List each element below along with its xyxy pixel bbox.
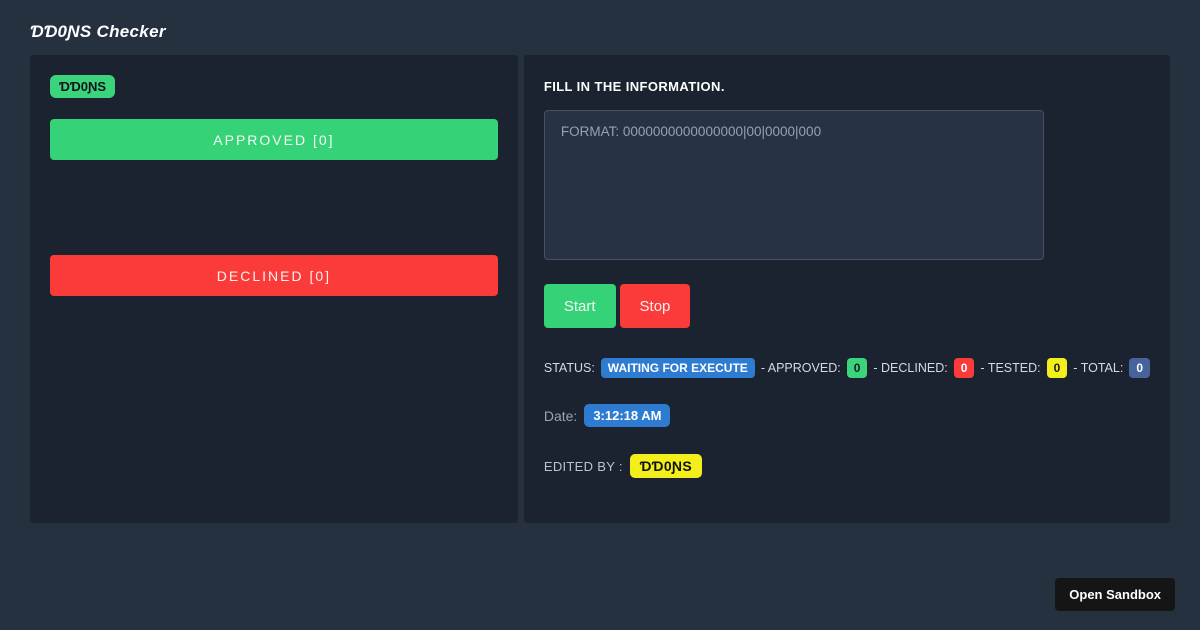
- status-state-badge: WAITING FOR EXECUTE: [600, 358, 755, 378]
- approved-list-button[interactable]: APPROVED [0]: [50, 119, 498, 160]
- action-row: Start Stop: [543, 284, 1150, 328]
- main-content: ƊƊ0ƝS APPROVED [0] DECLINED [0] FILL IN …: [30, 55, 1170, 523]
- status-tested-count: 0: [1046, 358, 1068, 378]
- edited-by-row: EDITED BY : ƊƊ0ƝS: [544, 454, 1150, 478]
- stop-button[interactable]: Stop: [619, 284, 691, 328]
- form-panel: FILL IN THE INFORMATION. Start Stop STAT…: [523, 55, 1170, 523]
- app-header: ƊƊ0ƝS Checker: [0, 0, 1200, 55]
- status-approved-count: 0: [846, 358, 868, 378]
- edited-by-label: EDITED BY :: [543, 458, 623, 474]
- status-declined-count: 0: [953, 358, 975, 378]
- results-panel: ƊƊ0ƝS APPROVED [0] DECLINED [0]: [30, 55, 518, 523]
- start-button[interactable]: Start: [543, 284, 616, 328]
- status-total-label: - TOTAL:: [1073, 361, 1124, 375]
- date-time-badge: 3:12:18 AM: [584, 404, 671, 427]
- status-row: STATUS: WAITING FOR EXECUTE - APPROVED: …: [544, 358, 1150, 378]
- status-tested-label: - TESTED:: [980, 361, 1041, 375]
- date-label: Date:: [543, 407, 578, 424]
- brand-badge: ƊƊ0ƝS: [50, 75, 116, 98]
- status-total-count: 0: [1129, 358, 1150, 378]
- edited-by-badge: ƊƊ0ƝS: [629, 454, 702, 478]
- status-approved-label: - APPROVED:: [760, 361, 841, 375]
- cards-input[interactable]: [543, 110, 1044, 260]
- form-heading: FILL IN THE INFORMATION.: [543, 79, 725, 94]
- status-label: STATUS:: [543, 361, 595, 375]
- page-title: ƊƊ0ƝS Checker: [30, 22, 166, 41]
- open-sandbox-button[interactable]: Open Sandbox: [1055, 578, 1175, 611]
- date-row: Date: 3:12:18 AM: [544, 404, 1150, 427]
- declined-list-button[interactable]: DECLINED [0]: [50, 255, 498, 296]
- status-declined-label: - DECLINED:: [873, 361, 948, 375]
